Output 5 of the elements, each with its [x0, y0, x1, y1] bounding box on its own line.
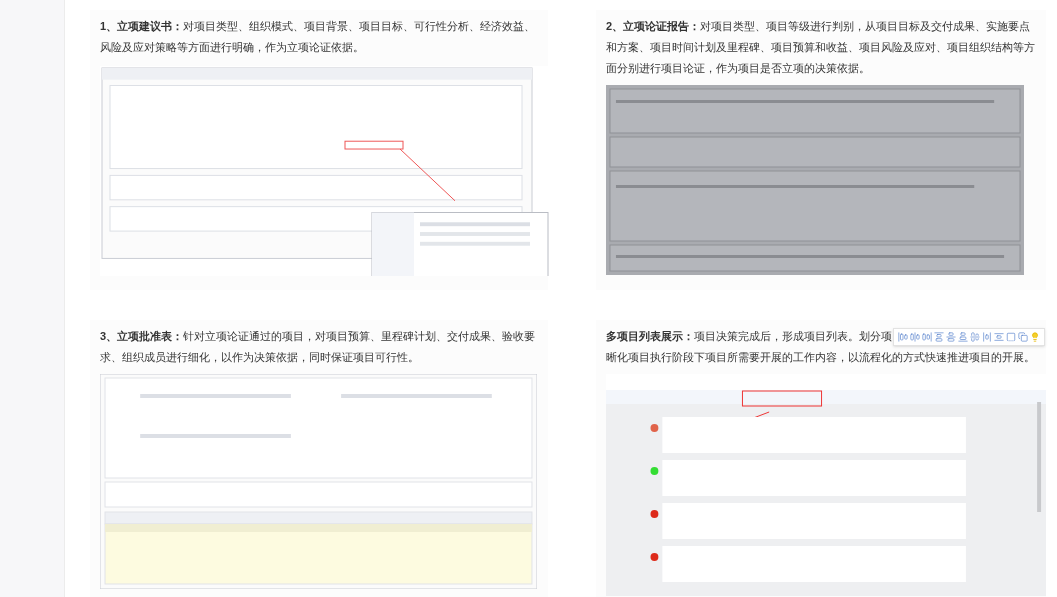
section-description: 2、立项论证报告：对项目类型、项目等级进行判别，从项目目标及交付成果、实施要点和方案、项目时间计划及里程碑、项目预算和收益、项目风险及应对、项目组织结构等方面分别进行项目论证，作为项目是否立项的决策依据。: [606, 19, 1036, 76]
section-description: 3、立项批准表：针对立项论证通过的项目，对项目预算、里程碑计划、交付成果、验收要求、组织成员进行细化，以作为决策依据，同时保证项目可行性。: [100, 329, 537, 365]
section-description: 多项目列表展示：项目决策完成后，形成项目列表。划分项: [606, 329, 892, 344]
section-description: 晰化项目执行阶段下项目所需要开展的工作内容，以流程化的方式快速推进项目的开展。: [606, 350, 1036, 365]
section-description: 1、立项建议书：对项目类型、组织模式、项目背景、项目目标、可行性分析、经济效益、风险及应对策略等方面进行明确，作为立项论证依据。: [100, 19, 537, 55]
